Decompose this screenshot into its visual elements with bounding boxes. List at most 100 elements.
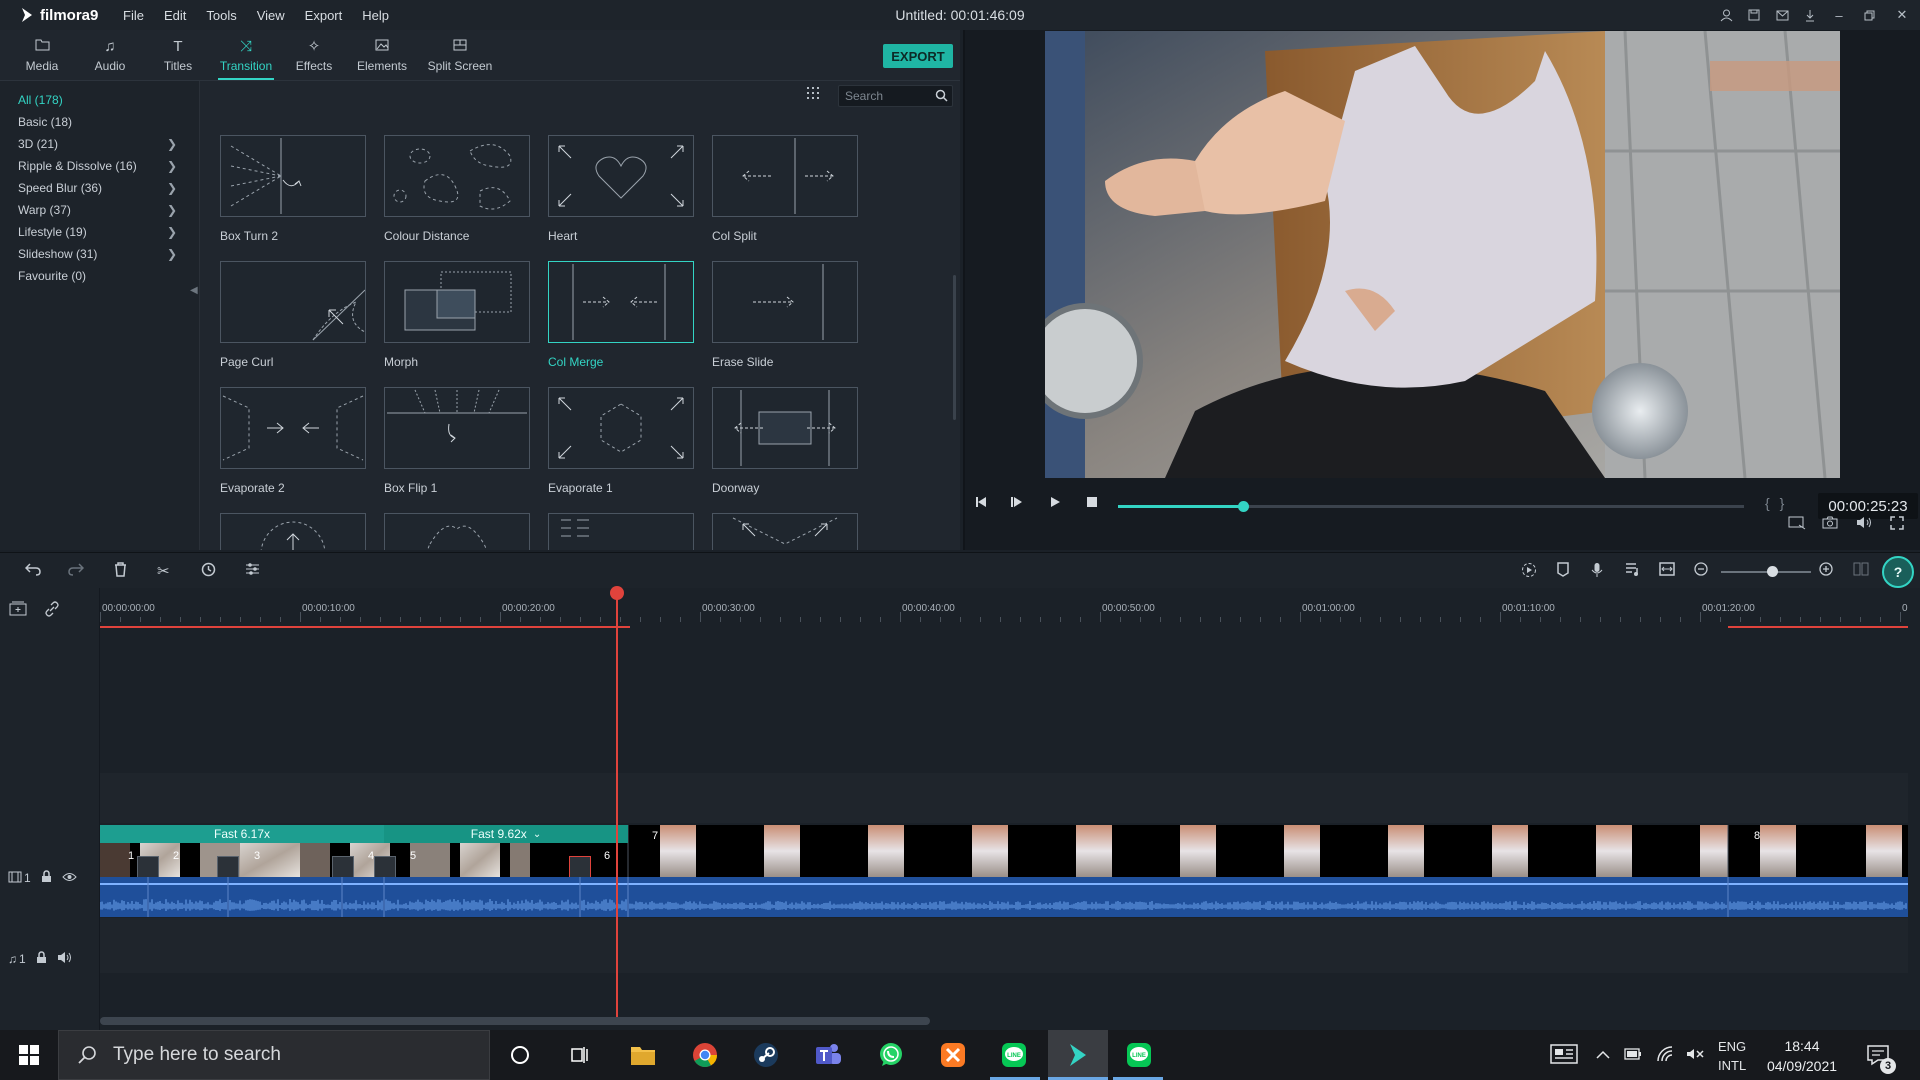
link-icon[interactable] (44, 601, 60, 622)
play-slow-icon[interactable] (1011, 495, 1023, 511)
mail-icon[interactable] (1768, 0, 1796, 30)
zoom-in-icon[interactable] (1819, 562, 1833, 580)
menu-file[interactable]: File (123, 8, 144, 23)
xampp-icon[interactable] (937, 1039, 969, 1071)
tab-split-screen[interactable]: Split Screen (416, 30, 504, 80)
chevron-up-icon[interactable] (1596, 1047, 1610, 1063)
restore-icon[interactable] (1854, 0, 1884, 30)
transition-item[interactable] (712, 513, 858, 550)
transition-box-flip-1[interactable]: Box Flip 1 (384, 387, 530, 495)
category-speed-blur[interactable]: Speed Blur (36) ❯ (0, 177, 199, 199)
transition-item[interactable] (384, 513, 530, 550)
category-slideshow[interactable]: Slideshow (31) ❯ (0, 243, 199, 265)
speaker-muted-icon[interactable] (1686, 1047, 1704, 1064)
wifi-icon[interactable] (1656, 1045, 1674, 1065)
category-lifestyle[interactable]: Lifestyle (19) ❯ (0, 221, 199, 243)
transition-colour-distance[interactable]: Colour Distance (384, 135, 530, 243)
search-icon[interactable] (935, 89, 948, 107)
lock-icon[interactable] (41, 870, 52, 886)
input-language[interactable]: ENG INTL (1718, 1037, 1746, 1075)
cut-icon[interactable]: ✂ (157, 562, 170, 580)
grid-view-icon[interactable] (806, 86, 820, 100)
taskbar-clock[interactable]: 18:44 04/09/2021 (1757, 1036, 1847, 1076)
steam-icon[interactable] (750, 1039, 782, 1071)
task-view-icon[interactable] (564, 1039, 596, 1071)
transition-box-turn-2[interactable]: Box Turn 2 (220, 135, 366, 243)
line-icon[interactable]: LINE (1123, 1039, 1155, 1071)
marker-icon[interactable] (1557, 562, 1569, 581)
mark-in-out-icon[interactable]: {} (1765, 495, 1794, 511)
transition-col-merge[interactable]: Col Merge (548, 261, 694, 369)
start-button[interactable] (0, 1030, 58, 1080)
tab-audio[interactable]: ♫ Audio (76, 30, 144, 80)
category-basic[interactable]: Basic (18) (0, 111, 199, 133)
account-icon[interactable] (1712, 0, 1740, 30)
transition-page-curl[interactable]: Page Curl (220, 261, 366, 369)
filmora-icon[interactable] (1062, 1039, 1094, 1071)
transition-erase-slide[interactable]: Erase Slide (712, 261, 858, 369)
cortana-icon[interactable] (504, 1039, 536, 1071)
volume-icon[interactable] (1856, 516, 1872, 532)
battery-icon[interactable] (1624, 1047, 1642, 1063)
file-explorer-icon[interactable] (627, 1039, 659, 1071)
chrome-icon[interactable] (689, 1039, 721, 1071)
search-input[interactable] (839, 86, 929, 106)
voiceover-icon[interactable] (1625, 562, 1640, 580)
category-3d[interactable]: 3D (21) ❯ (0, 133, 199, 155)
tab-effects[interactable]: ✧ Effects (280, 30, 348, 80)
category-warp[interactable]: Warp (37) ❯ (0, 199, 199, 221)
snapshot-icon[interactable] (1822, 516, 1838, 532)
speed-label-bar[interactable]: Fast 6.17x (100, 825, 384, 843)
library-scrollbar[interactable] (953, 275, 956, 420)
menu-edit[interactable]: Edit (164, 8, 186, 23)
menu-help[interactable]: Help (362, 8, 389, 23)
delete-icon[interactable] (114, 562, 127, 581)
teams-icon[interactable] (812, 1039, 844, 1071)
playhead[interactable] (616, 588, 618, 1018)
seek-handle[interactable] (1238, 501, 1250, 512)
stop-icon[interactable] (1086, 495, 1098, 511)
line-icon[interactable]: LINE (998, 1039, 1030, 1071)
menu-export[interactable]: Export (305, 8, 343, 23)
help-button[interactable]: ? (1882, 556, 1914, 588)
play-icon[interactable] (1049, 495, 1061, 511)
transition-evaporate-1[interactable]: Evaporate 1 (548, 387, 694, 495)
export-button[interactable]: EXPORT (883, 44, 953, 68)
tab-elements[interactable]: Elements (348, 30, 416, 80)
collapse-panel-icon[interactable]: ◀ (190, 285, 198, 296)
whatsapp-icon[interactable] (875, 1039, 907, 1071)
zoom-slider[interactable] (1721, 571, 1811, 573)
category-all[interactable]: All (178) (0, 89, 199, 111)
render-preview-icon[interactable] (1788, 516, 1806, 533)
redo-icon[interactable] (68, 562, 85, 580)
transition-morph[interactable]: Morph (384, 261, 530, 369)
tab-titles[interactable]: T Titles (144, 30, 212, 80)
speed-icon[interactable] (201, 562, 216, 581)
speed-label-bar[interactable]: Fast 9.62x ⌄ (384, 825, 628, 843)
tab-media[interactable]: Media (8, 30, 76, 80)
transition-item[interactable] (220, 513, 366, 550)
layout-toggle-icon[interactable] (1853, 562, 1869, 580)
category-favourite[interactable]: Favourite (0) (0, 265, 199, 287)
menu-view[interactable]: View (257, 8, 285, 23)
lock-icon[interactable] (36, 951, 47, 967)
tab-transition[interactable]: ⤨ Transition (212, 30, 280, 80)
transition-heart[interactable]: Heart (548, 135, 694, 243)
notification-center[interactable]: 3 (1866, 1030, 1896, 1080)
transition-doorway[interactable]: Doorway (712, 387, 858, 495)
adjust-icon[interactable] (245, 562, 260, 580)
menu-tools[interactable]: Tools (206, 8, 236, 23)
close-icon[interactable]: ✕ (1884, 0, 1920, 30)
microphone-icon[interactable] (1591, 562, 1603, 582)
save-icon[interactable] (1740, 0, 1768, 30)
fullscreen-icon[interactable] (1890, 516, 1904, 533)
undo-icon[interactable] (24, 562, 41, 580)
previous-frame-icon[interactable] (975, 495, 987, 511)
transition-col-split[interactable]: Col Split (712, 135, 858, 243)
news-icon[interactable] (1550, 1043, 1578, 1067)
eye-icon[interactable] (62, 871, 77, 885)
minimize-icon[interactable]: – (1824, 0, 1854, 30)
zoom-slider-handle[interactable] (1767, 566, 1778, 577)
add-track-icon[interactable] (9, 601, 27, 621)
zoom-out-icon[interactable] (1694, 562, 1708, 580)
